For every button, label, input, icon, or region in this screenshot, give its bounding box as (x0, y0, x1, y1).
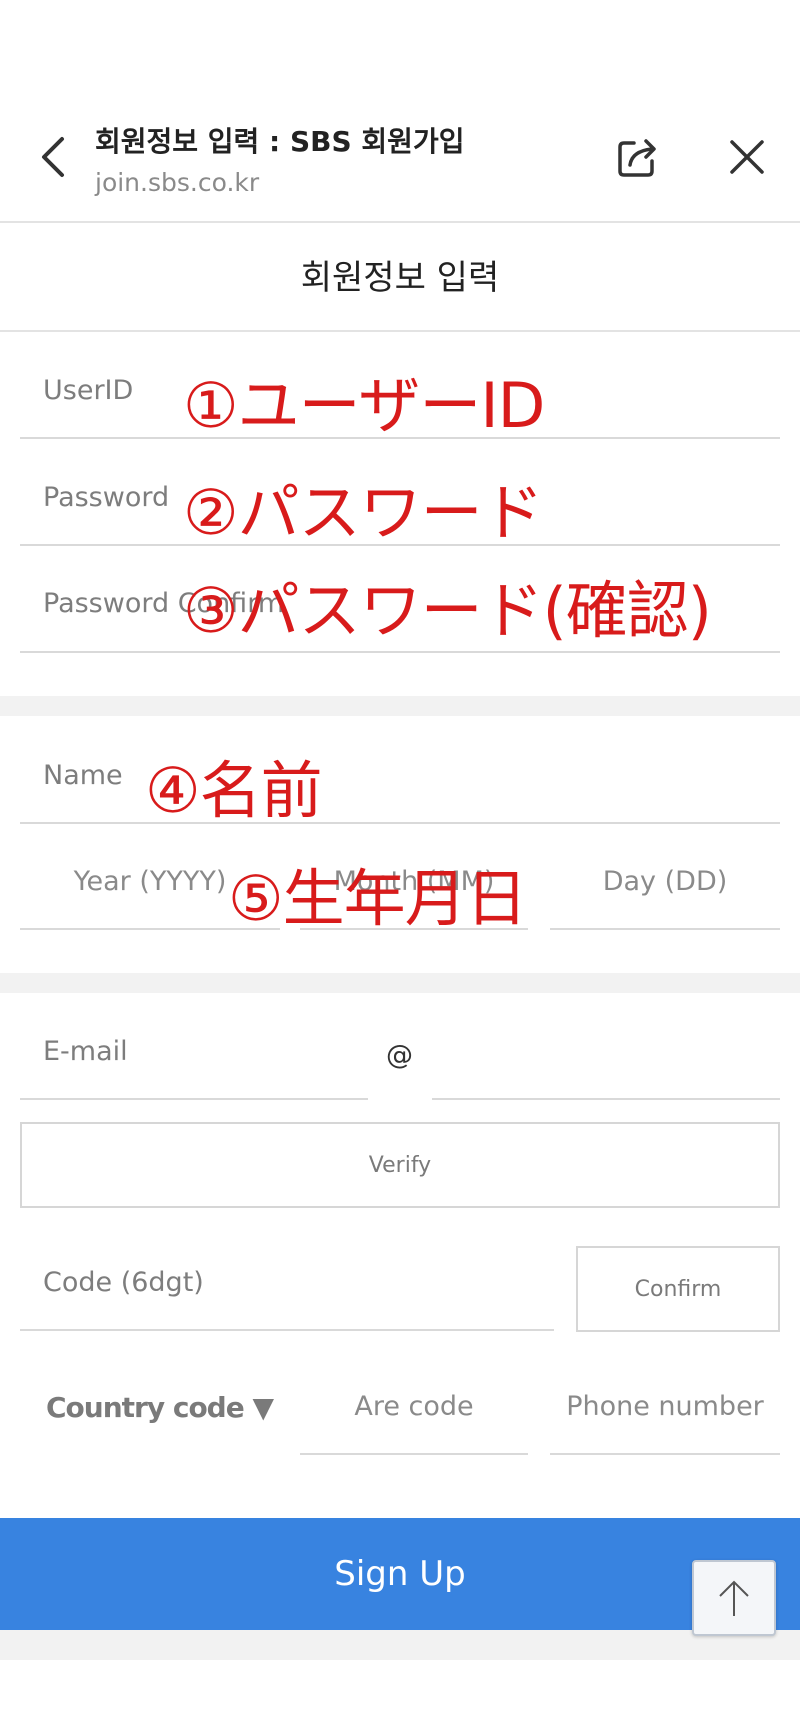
back-icon[interactable] (38, 135, 68, 179)
birth-day-field[interactable]: Day (DD) (550, 866, 780, 897)
section-separator-2 (0, 973, 800, 993)
annotation-birthdate: ⑤生年月日 (228, 862, 528, 935)
country-code-dropdown[interactable]: Country code ▼ (46, 1391, 274, 1424)
annotation-name: ④名前 (145, 754, 323, 827)
title-divider (0, 330, 800, 332)
password-field[interactable]: Password (43, 482, 169, 513)
page-header-title: 회원정보 입력 : SBS 회원가입 (95, 125, 465, 158)
name-underline (20, 822, 780, 824)
page-title: 회원정보 입력 (300, 258, 500, 298)
email-id-underline (20, 1098, 368, 1100)
arrow-up-icon (719, 1580, 749, 1616)
email-domain-field[interactable] (432, 1036, 780, 1096)
verify-button[interactable]: Verify (20, 1122, 780, 1208)
footer-band (0, 1630, 800, 1660)
close-icon[interactable] (728, 138, 766, 176)
code-underline (20, 1329, 554, 1331)
scroll-to-top-button[interactable] (692, 1560, 776, 1636)
code-field[interactable]: Code (6dgt) (43, 1267, 204, 1298)
email-at-symbol: @ (386, 1040, 413, 1071)
header-divider (0, 221, 800, 223)
email-domain-underline (432, 1098, 780, 1100)
area-code-underline (300, 1453, 528, 1455)
area-code-field[interactable]: Are code (300, 1391, 528, 1422)
birth-day-underline (550, 928, 780, 930)
userid-field[interactable]: UserID (43, 375, 133, 406)
name-field[interactable]: Name (43, 760, 123, 791)
share-icon[interactable] (616, 135, 660, 179)
confirm-button[interactable]: Confirm (576, 1246, 780, 1332)
email-id-field[interactable]: E-mail (43, 1036, 128, 1067)
password-confirm-underline (20, 651, 780, 653)
annotation-password-confirm: ③パスワード(確認) (183, 574, 712, 647)
section-separator (0, 696, 800, 716)
annotation-userid: ①ユーザーID (183, 369, 545, 442)
sign-up-button[interactable]: Sign Up (0, 1518, 800, 1630)
phone-number-underline (550, 1453, 780, 1455)
phone-number-field[interactable]: Phone number (550, 1391, 780, 1422)
annotation-password: ②パスワード (183, 476, 544, 549)
page-url: join.sbs.co.kr (95, 168, 260, 197)
